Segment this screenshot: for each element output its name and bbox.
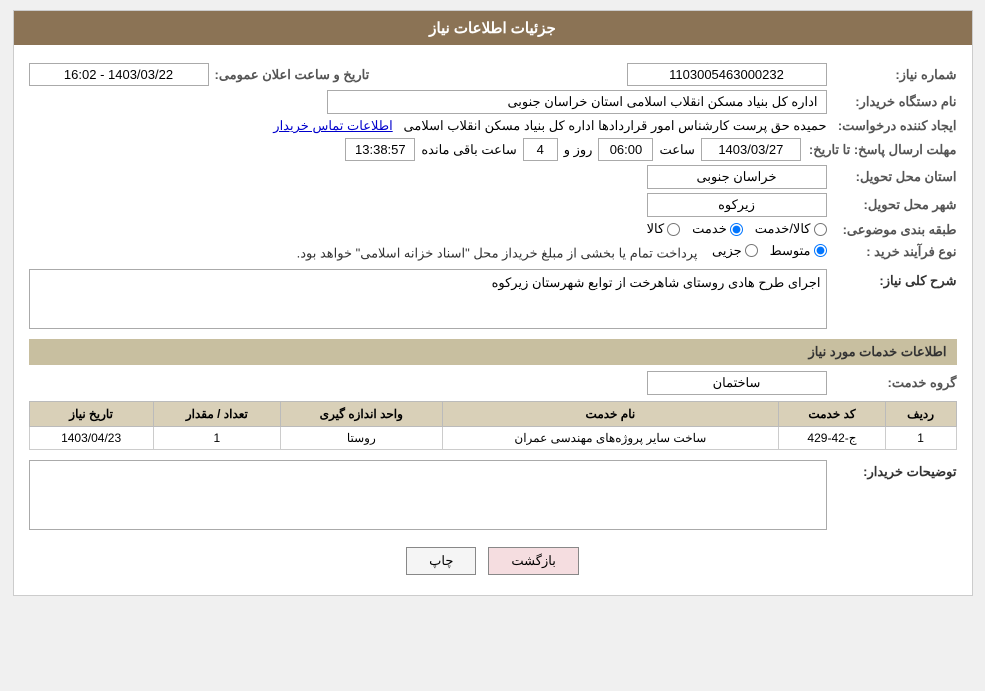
shahr-box: زیرکوه xyxy=(647,193,827,217)
ijadKonande-text: حمیده حق پرست کارشناس امور قراردادها ادا… xyxy=(404,118,827,133)
services-section-title: اطلاعات خدمات مورد نیاز xyxy=(29,339,957,365)
mohlat-baqi: 13:38:57 xyxy=(345,138,415,161)
radio-kala-khadamat-label: کالا/خدمت xyxy=(755,221,811,237)
col-tarikh: تاریخ نیاز xyxy=(29,402,153,427)
tabaghebandi-value: کالا/خدمت خدمت کالا xyxy=(29,221,827,239)
shahr-value: زیرکوه xyxy=(29,193,827,217)
row-groupKhadamat: گروه خدمت: ساختمان xyxy=(29,371,957,395)
mohlat-saat-label: ساعت xyxy=(659,142,694,158)
row-ijadKonande: ایجاد کننده درخواست: حمیده حق پرست کارشن… xyxy=(29,118,957,134)
radio-khadamat-input[interactable] xyxy=(730,223,743,236)
print-button[interactable]: چاپ xyxy=(406,547,476,575)
sharhKolli-box: اجرای طرح هادی روستای شاهرخت از توابع شه… xyxy=(29,269,827,329)
tawsif-container xyxy=(29,460,827,533)
row-shahr: شهر محل تحویل: زیرکوه xyxy=(29,193,957,217)
sharhKolli-label: شرح کلی نیاز: xyxy=(827,269,957,289)
mohlat-label: مهلت ارسال پاسخ: تا تاریخ: xyxy=(801,142,957,158)
button-row: بازگشت چاپ xyxy=(29,547,957,575)
tabaghebandi-group: کالا/خدمت خدمت کالا xyxy=(647,221,827,237)
mohlat-date: 1403/03/27 xyxy=(701,138,801,161)
cell-nam: ساخت سایر پروژه‌های مهندسی عمران xyxy=(442,427,779,450)
tarikh-label: تاریخ و ساعت اعلان عمومی: xyxy=(215,67,370,83)
namDastgah-label: نام دستگاه خریدار: xyxy=(827,94,957,110)
shomareNiaz-value: 1103005463000232 xyxy=(399,63,826,86)
cell-kod: ج-42-429 xyxy=(779,427,886,450)
noeFarayand-label: نوع فرآیند خرید : xyxy=(827,244,957,260)
groupKhadamat-label: گروه خدمت: xyxy=(827,375,957,391)
cell-tarikh: 1403/04/23 xyxy=(29,427,153,450)
row-tabaghebandi: طبقه بندی موضوعی: کالا/خدمت خدمت کالا xyxy=(29,221,957,239)
tarikh-value: 1403/03/22 - 16:02 xyxy=(29,63,209,86)
row-ostan: استان محل تحویل: خراسان جنوبی xyxy=(29,165,957,189)
services-table-body: 1ج-42-429ساخت سایر پروژه‌های مهندسی عمرا… xyxy=(29,427,956,450)
col-tedad: تعداد / مقدار xyxy=(153,402,280,427)
mohlat-roz-label: روز و xyxy=(564,142,593,158)
ostan-value: خراسان جنوبی xyxy=(29,165,827,189)
col-radif: ردیف xyxy=(885,402,956,427)
noeFarayand-value: متوسط جزیی پرداخت تمام یا بخشی از مبلغ خ… xyxy=(29,243,827,262)
main-content: شماره نیاز: 1103005463000232 تاریخ و ساع… xyxy=(14,45,972,595)
col-kod: کد خدمت xyxy=(779,402,886,427)
ijadKonande-label: ایجاد کننده درخواست: xyxy=(827,118,957,134)
cell-tedad: 1 xyxy=(153,427,280,450)
radio-khadamat: خدمت xyxy=(692,221,743,237)
radio-motavaset-input[interactable] xyxy=(814,244,827,257)
groupKhadamat-value: ساختمان xyxy=(29,371,827,395)
mohlat-roz: 4 xyxy=(523,138,558,161)
cell-vahed: روستا xyxy=(281,427,443,450)
cell-radif: 1 xyxy=(885,427,956,450)
ostan-label: استان محل تحویل: xyxy=(827,169,957,185)
sharhKolli-container: اجرای طرح هادی روستای شاهرخت از توابع شه… xyxy=(29,269,827,329)
noeFarayand-note: پرداخت تمام یا بخشی از مبلغ خریداز محل "… xyxy=(297,245,698,260)
tarikh-box: 1403/03/22 - 16:02 xyxy=(29,63,209,86)
radio-motavaset-label: متوسط xyxy=(770,243,811,259)
services-header-row: ردیف کد خدمت نام خدمت واحد اندازه گیری ت… xyxy=(29,402,956,427)
col-nam: نام خدمت xyxy=(442,402,779,427)
row-sharhKolli: شرح کلی نیاز: اجرای طرح هادی روستای شاهر… xyxy=(29,269,957,329)
shahr-label: شهر محل تحویل: xyxy=(827,197,957,213)
tabaghebandi-label: طبقه بندی موضوعی: xyxy=(827,222,957,238)
row-tawsif: توضیحات خریدار: xyxy=(29,460,957,533)
col-vahed: واحد اندازه گیری xyxy=(281,402,443,427)
noeFarayand-group: متوسط جزیی xyxy=(712,243,827,259)
radio-kala-input[interactable] xyxy=(667,223,680,236)
radio-jozei-input[interactable] xyxy=(745,244,758,257)
radio-kala-khadamat: کالا/خدمت xyxy=(755,221,827,237)
row-namDastgah: نام دستگاه خریدار: اداره کل بنیاد مسکن ا… xyxy=(29,90,957,114)
deadline-row: 1403/03/27 ساعت 06:00 روز و 4 ساعت باقی … xyxy=(29,138,801,161)
back-button[interactable]: بازگشت xyxy=(488,547,578,575)
radio-kala-label: کالا xyxy=(647,221,665,237)
services-table-head: ردیف کد خدمت نام خدمت واحد اندازه گیری ت… xyxy=(29,402,956,427)
ijadKonande-link[interactable]: اطلاعات تماس خریدار xyxy=(273,118,392,133)
radio-jozei-label: جزیی xyxy=(712,243,742,259)
shomareNiaz-label: شماره نیاز: xyxy=(827,67,957,83)
namDastgah-box: اداره کل بنیاد مسکن انقلاب اسلامی استان … xyxy=(327,90,827,114)
tawsif-textarea[interactable] xyxy=(29,460,827,530)
page-title: جزئیات اطلاعات نیاز xyxy=(429,20,556,37)
ijadKonande-value: حمیده حق پرست کارشناس امور قراردادها ادا… xyxy=(29,118,827,134)
radio-khadamat-label: خدمت xyxy=(692,221,727,237)
table-row: 1ج-42-429ساخت سایر پروژه‌های مهندسی عمرا… xyxy=(29,427,956,450)
row-shomareNiaz: شماره نیاز: 1103005463000232 تاریخ و ساع… xyxy=(29,63,957,86)
radio-motavaset: متوسط xyxy=(770,243,827,259)
row-mohlat: مهلت ارسال پاسخ: تا تاریخ: 1403/03/27 سا… xyxy=(29,138,957,161)
tawsif-label: توضیحات خریدار: xyxy=(827,460,957,480)
page-container: جزئیات اطلاعات نیاز شماره نیاز: 11030054… xyxy=(13,10,973,596)
page-header: جزئیات اطلاعات نیاز xyxy=(14,11,972,45)
row-noeFarayand: نوع فرآیند خرید : متوسط جزیی پرداخت تمام… xyxy=(29,243,957,262)
mohlat-baqi-label: ساعت باقی مانده xyxy=(421,142,516,158)
shomareNiaz-box: 1103005463000232 xyxy=(627,63,827,86)
radio-jozei: جزیی xyxy=(712,243,758,259)
mohlat-saat: 06:00 xyxy=(598,138,653,161)
radio-kala-khadamat-input[interactable] xyxy=(814,223,827,236)
services-table: ردیف کد خدمت نام خدمت واحد اندازه گیری ت… xyxy=(29,401,957,450)
groupKhadamat-box: ساختمان xyxy=(647,371,827,395)
radio-kala: کالا xyxy=(647,221,681,237)
mohlat-values: 1403/03/27 ساعت 06:00 روز و 4 ساعت باقی … xyxy=(29,138,801,161)
sharhKolli-value: اجرای طرح هادی روستای شاهرخت از توابع شه… xyxy=(492,275,821,290)
ostan-box: خراسان جنوبی xyxy=(647,165,827,189)
namDastgah-value: اداره کل بنیاد مسکن انقلاب اسلامی استان … xyxy=(29,90,827,114)
